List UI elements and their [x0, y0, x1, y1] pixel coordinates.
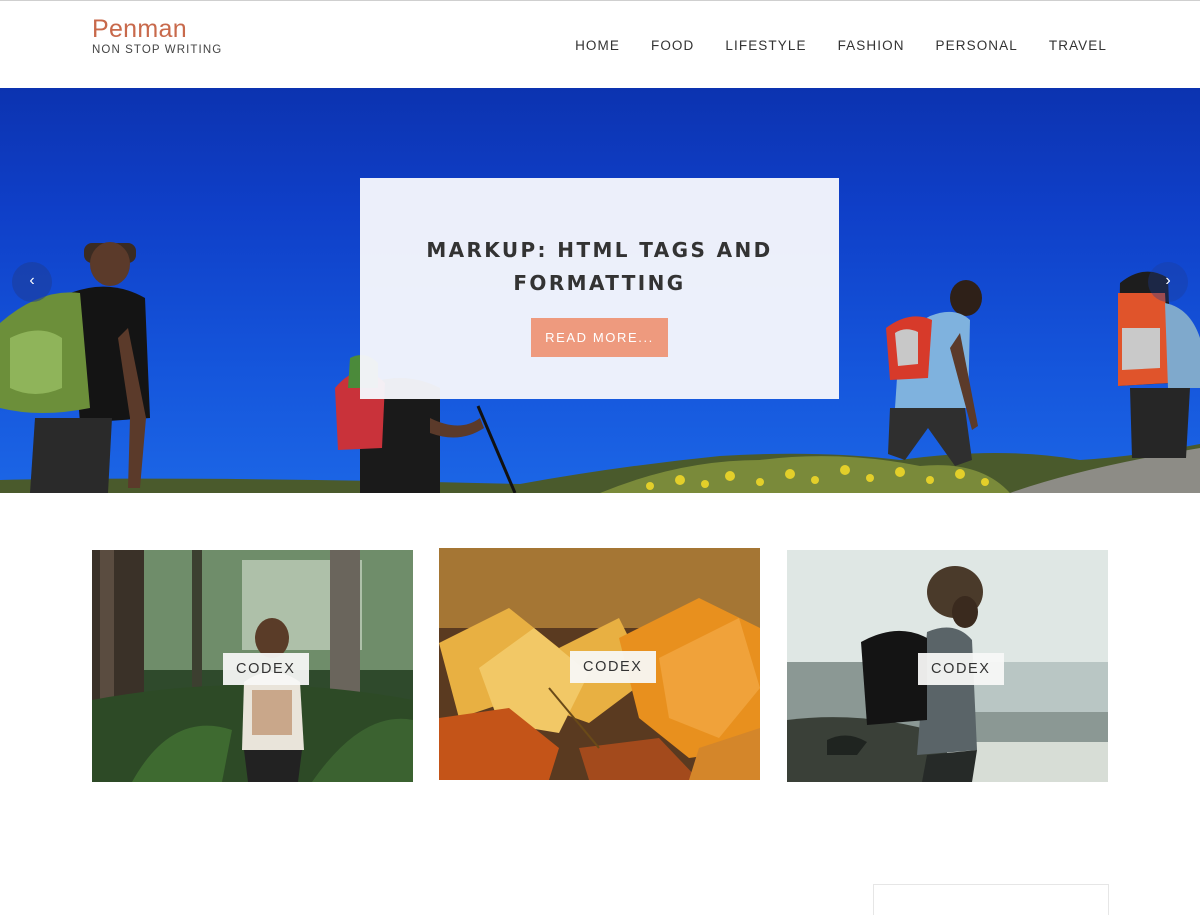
- slide-title-line-2: FORMATTING: [513, 271, 686, 295]
- site-title[interactable]: Penman: [92, 15, 222, 43]
- slide-title-line-1: MARKUP: HTML TAGS AND: [426, 238, 773, 262]
- card-category-label[interactable]: CODEX: [570, 651, 656, 683]
- nav-personal[interactable]: PERSONAL: [936, 38, 1018, 53]
- slide-caption-card: MARKUP: HTML TAGS AND FORMATTING READ MO…: [360, 178, 839, 399]
- site-branding: Penman NON STOP WRITING: [92, 15, 222, 56]
- read-more-button[interactable]: READ MORE...: [531, 318, 668, 357]
- nav-travel[interactable]: TRAVEL: [1049, 38, 1107, 53]
- category-card-3[interactable]: CODEX: [787, 550, 1108, 782]
- category-card-2[interactable]: CODEX: [439, 548, 760, 780]
- hero-slider: ‹ › MARKUP: HTML TAGS AND FORMATTING REA…: [0, 88, 1200, 493]
- nav-fashion[interactable]: FASHION: [838, 38, 905, 53]
- site-tagline: NON STOP WRITING: [92, 44, 223, 56]
- card-category-label[interactable]: CODEX: [918, 653, 1004, 685]
- main-navigation: HOME FOOD LIFESTYLE FASHION PERSONAL TRA…: [575, 38, 1107, 53]
- slide-title[interactable]: MARKUP: HTML TAGS AND FORMATTING: [400, 234, 799, 300]
- slider-prev-button[interactable]: ‹: [12, 262, 52, 302]
- slider-next-button[interactable]: ›: [1148, 262, 1188, 302]
- nav-food[interactable]: FOOD: [651, 38, 694, 53]
- nav-lifestyle[interactable]: LIFESTYLE: [725, 38, 806, 53]
- category-cards: CODEX CODEX CODEX: [92, 548, 1108, 782]
- card-category-label[interactable]: CODEX: [223, 653, 309, 685]
- site-header: Penman NON STOP WRITING HOME FOOD LIFEST…: [0, 0, 1200, 89]
- nav-home[interactable]: HOME: [575, 38, 620, 53]
- category-card-1[interactable]: CODEX: [92, 550, 413, 782]
